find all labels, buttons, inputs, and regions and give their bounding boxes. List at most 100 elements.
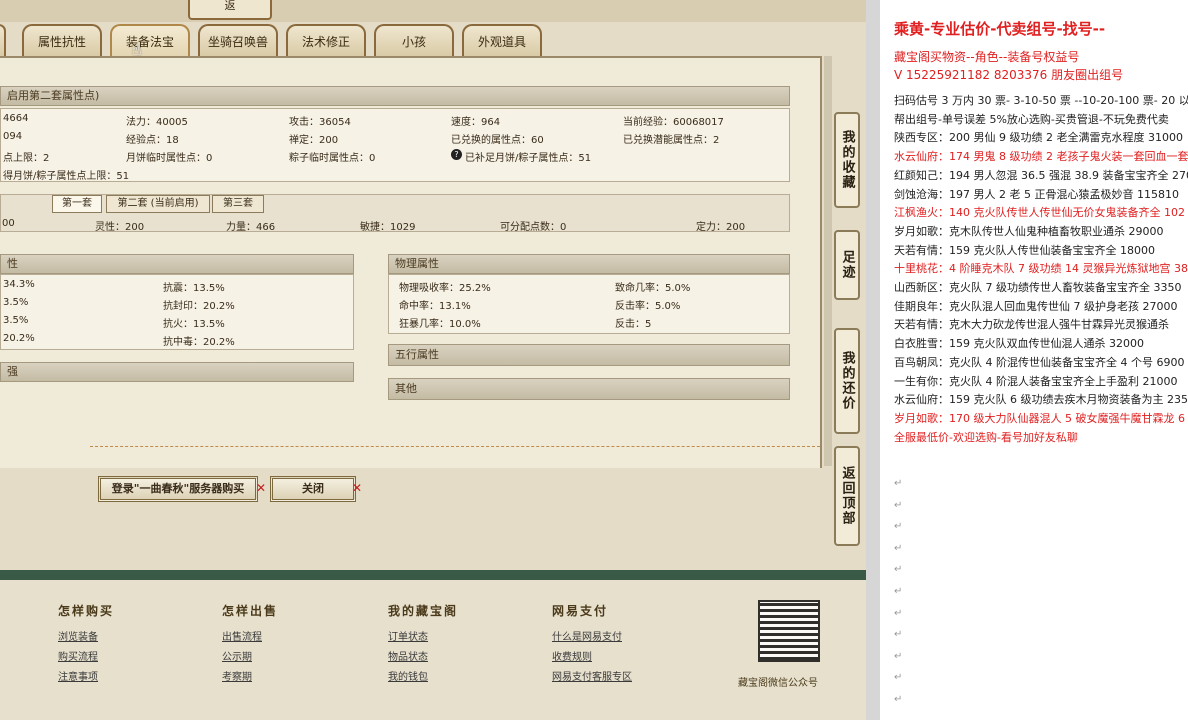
help-icon[interactable]: ?: [451, 149, 462, 160]
footer-link[interactable]: 网易支付客服专区: [552, 668, 632, 683]
physical-panel-header: 物理属性: [388, 254, 790, 274]
footer-link[interactable]: 出售流程: [222, 628, 262, 643]
tab-mounts-pets[interactable]: 坐骑召唤兽: [198, 24, 278, 56]
tab-spell-correction[interactable]: 法术修正: [286, 24, 366, 56]
qr-code-icon: [758, 600, 820, 662]
return-mark: ↵: [894, 672, 903, 684]
subtab-label: 第三套: [223, 198, 253, 209]
note-line: 红颜知己：194 男人忽混 36.5 强混 38.9 装备宝宝齐全 2700: [894, 168, 1188, 182]
tab-child[interactable]: 小孩: [374, 24, 454, 56]
stat-cell: 得月饼/粽子属性点上限：51: [3, 171, 130, 182]
footer-col-title: 我的藏宝阁: [388, 604, 459, 618]
physical-panel: 物理吸收率：25.2% 致命几率：5.0% 命中率：13.1% 反击率：5.0%…: [388, 274, 790, 334]
enhance-panel-title: 强: [7, 365, 18, 378]
footer-link[interactable]: 订单状态: [388, 628, 428, 643]
login-buy-label: 登录"一曲春秋"服务器购买: [111, 482, 245, 495]
close-button[interactable]: 关闭: [270, 476, 356, 502]
five-elements-header[interactable]: 五行属性: [388, 344, 790, 366]
five-elements-title: 五行属性: [395, 348, 439, 361]
footer-link[interactable]: 购买流程: [58, 648, 98, 663]
note-line: 十里桃花：4 阶睡克木队 7 级功绩 14 灵猴异光炼狱地宫 38: [894, 262, 1188, 276]
tab-label: 外观道具: [477, 35, 526, 49]
return-mark: ↵: [894, 629, 903, 641]
equipment-panel: 启用第二套属性点) 4664 法力：40005 攻击：36054 速度：964 …: [0, 56, 822, 468]
tab-label: 属性抗性: [37, 35, 86, 49]
close-label: 关闭: [302, 482, 324, 495]
my-favorites-button[interactable]: 我的收藏: [834, 112, 860, 208]
note-line: 水云仙府：159 克火队 6 级功绩去疾木月物资装备为主 235: [894, 393, 1188, 407]
top-button-fragment[interactable]: 返: [188, 0, 272, 20]
attribute-header-label: 启用第二套属性点): [7, 89, 100, 102]
note-line: 天若有情：克木大力砍龙传世混人强牛甘霖异光灵猴通杀: [894, 318, 1169, 332]
footer-link[interactable]: 我的钱包: [388, 668, 428, 683]
footer: 怎样购买 浏览装备 购买流程 注意事项 怎样出售 出售流程 公示期 考察期 我的…: [0, 570, 866, 720]
resist-cell: 抗封印：20.2%: [163, 301, 235, 312]
physical-cell: 物理吸收率：25.2%: [399, 283, 491, 294]
stat-cell: 攻击：36054: [289, 117, 351, 128]
resist-cell: 抗中毒：20.2%: [163, 337, 235, 348]
subtab-set-2[interactable]: 第二套 (当前启用): [106, 195, 210, 213]
stat-cell: 点上限：2: [3, 153, 50, 164]
tab-appearance[interactable]: 外观道具: [462, 24, 542, 56]
return-mark: ↵: [894, 542, 903, 554]
physical-panel-title: 物理属性: [395, 257, 439, 270]
note-line: 帮出组号-单号误差 5%放心选购-买贵管退-不玩免费代卖: [894, 112, 1169, 126]
subtab-set-1[interactable]: 第一套: [52, 195, 102, 213]
note-line: 山西新区：克火队 7 级功绩传世人畜牧装备宝宝齐全 3350: [894, 281, 1182, 294]
tab-label: 法术修正: [301, 35, 350, 49]
physical-cell: 狂暴几率：10.0%: [399, 319, 481, 330]
note-line: 扫码估号 3 万内 30 票- 3-10-50 票 --10-20-100 票-…: [894, 94, 1188, 107]
other-title: 其他: [395, 382, 417, 395]
return-mark: ↵: [894, 694, 903, 705]
stat-cell: 已兑换的属性点：60: [451, 135, 544, 146]
note-line: 陕西专区：200 男仙 9 级功绩 2 老全满雷克水程度 31000: [894, 131, 1183, 145]
my-counteroffer-button[interactable]: 我的还价: [834, 328, 860, 434]
footer-link[interactable]: 浏览装备: [58, 628, 98, 643]
footer-link[interactable]: 考察期: [222, 668, 252, 683]
stat-cell: 已补足月饼/粽子属性点：51: [465, 153, 592, 164]
note-line: 岁月如歌：克木队传世人仙鬼种植畜牧职业通杀 29000: [894, 224, 1164, 238]
attribute-header: 启用第二套属性点): [0, 86, 790, 106]
footprint-button[interactable]: 足迹: [834, 230, 860, 300]
enhance-panel-header[interactable]: 强: [0, 362, 354, 382]
return-mark: ↵: [894, 586, 903, 597]
return-mark: ↵: [894, 521, 903, 533]
subtab-set-3[interactable]: 第三套: [212, 195, 264, 213]
close-x-icon: ✕: [352, 481, 363, 495]
top-button-label: 返: [224, 0, 236, 12]
footer-link[interactable]: 注意事项: [58, 668, 98, 683]
tab-attributes[interactable]: 属性抗性: [22, 24, 102, 56]
tab-equipment[interactable]: 装备法宝: [110, 24, 190, 56]
resist-panel: 34.3% 抗震：13.5% 3.5% 抗封印：20.2% 3.5% 抗火：13…: [0, 274, 354, 350]
other-header[interactable]: 其他: [388, 378, 790, 400]
footer-link[interactable]: 什么是网易支付: [552, 628, 622, 643]
tab-label: 小孩: [401, 35, 426, 49]
return-mark: ↵: [894, 478, 903, 489]
point-cell: 00: [2, 218, 15, 229]
footer-stripe: [0, 570, 866, 580]
window-divider[interactable]: [866, 0, 880, 720]
tab-attr-resist[interactable]: [0, 24, 6, 56]
point-cell: 可分配点数：0: [500, 222, 567, 233]
note-line: 江枫渔火：140 克火队传世人传世仙无价女鬼装备齐全 102: [894, 206, 1185, 220]
note-line: 天若有情：159 克火队人传世仙装备宝宝齐全 18000: [894, 243, 1155, 257]
side-button-label: 足迹: [839, 250, 855, 280]
login-buy-button[interactable]: 登录"一曲春秋"服务器购买: [98, 476, 258, 502]
note-line: 佳期良年：克火队混人回血鬼传世仙 7 级护身老孩 27000: [894, 299, 1178, 313]
physical-cell: 致命几率：5.0%: [615, 283, 691, 294]
note-line: 藏宝阁买物资--角色--装备号权益号: [894, 50, 1080, 64]
footer-link[interactable]: 物品状态: [388, 648, 428, 663]
physical-cell: 命中率：13.1%: [399, 301, 471, 312]
note-line: 白衣胜雪：159 克火队双血传世仙混人通杀 32000: [894, 337, 1144, 351]
point-cell: 敏捷：1029: [360, 222, 416, 233]
stat-cell: 当前经验：60068017: [623, 117, 724, 128]
back-to-top-button[interactable]: 返回顶部: [834, 446, 860, 546]
footer-link[interactable]: 收费规则: [552, 648, 592, 663]
content-scrollbar[interactable]: [824, 56, 832, 466]
note-line: 全服最低价-欢迎选购-看号加好友私聊: [894, 430, 1078, 444]
footer-link[interactable]: 公示期: [222, 648, 252, 663]
point-cell: 灵性：200: [95, 222, 145, 233]
physical-cell: 反击：5: [615, 319, 652, 330]
stat-cell: 禅定：200: [289, 135, 339, 146]
subtab-label: 第一套: [62, 198, 92, 209]
